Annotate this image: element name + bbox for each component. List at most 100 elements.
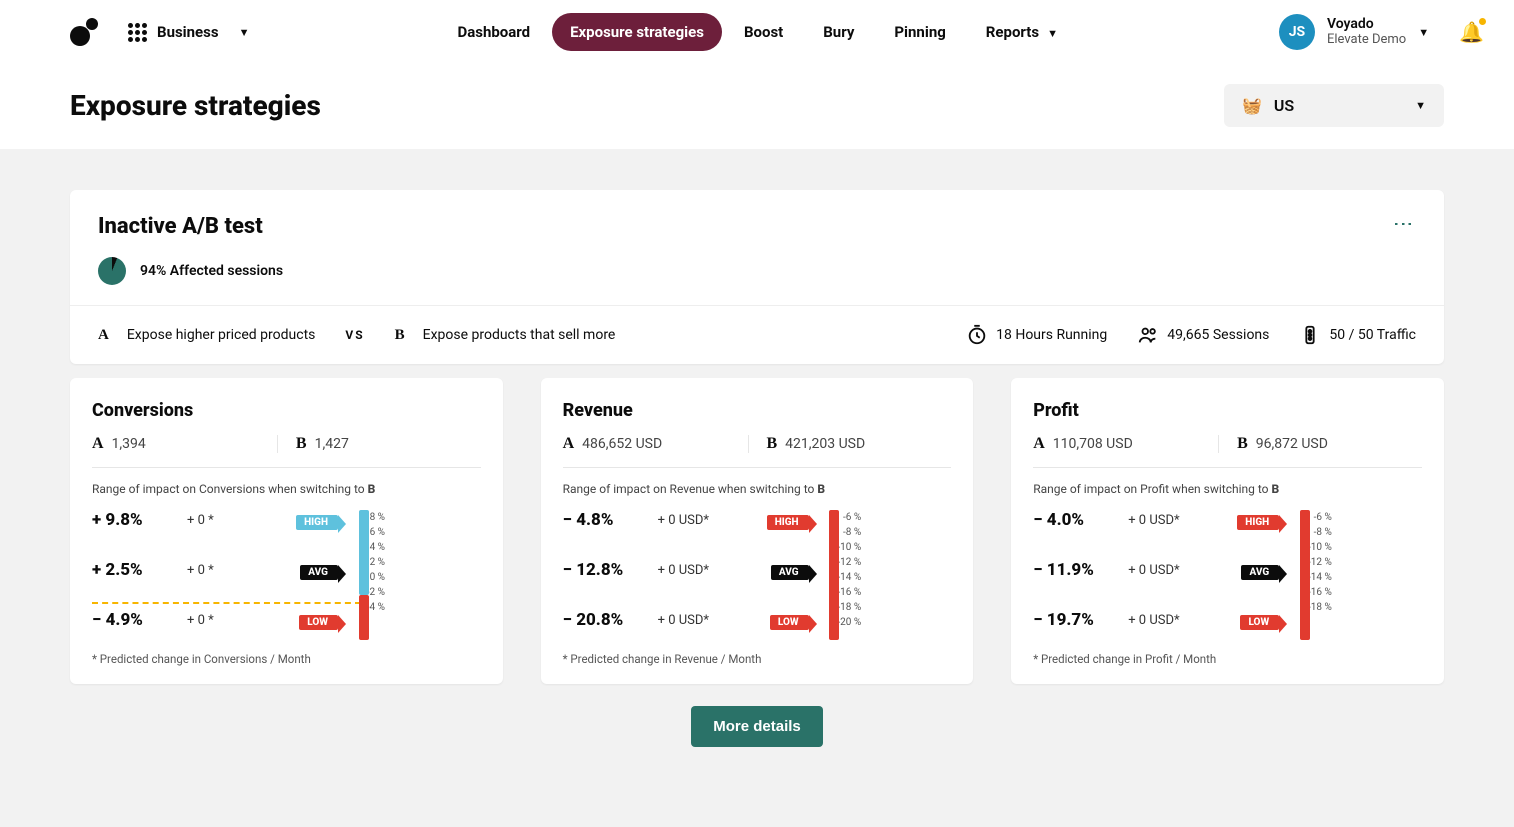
variant-a-label: A [563, 435, 575, 453]
caret-down-icon: ▼ [1415, 99, 1426, 112]
region-selector[interactable]: 🧺 US ▼ [1224, 84, 1444, 127]
gauge-scale: -6 %-8 %-10 %-12 %-14 %-16 %-18 %-20 % [837, 510, 861, 630]
nav-dashboard[interactable]: Dashboard [439, 13, 548, 51]
traffic-icon [1299, 324, 1321, 346]
low-pred: + 0 USD* [1128, 613, 1223, 628]
avg-tag: AVG [771, 565, 809, 580]
metric-title: Profit [1033, 400, 1422, 421]
avg-tag: AVG [300, 565, 338, 580]
page-title: Exposure strategies [70, 89, 321, 122]
gauge-scale: -6 %-8 %-10 %-12 %-14 %-16 %-18 % [1308, 510, 1332, 615]
footnote: * Predicted change in Conversions / Mont… [92, 652, 481, 666]
high-pct: − 4.0% [1033, 510, 1128, 530]
pie-icon [98, 257, 126, 285]
high-pred: + 0 USD* [658, 513, 753, 528]
avg-tag: AVG [1241, 565, 1279, 580]
logo [70, 18, 98, 46]
affected-sessions: 94% Affected sessions [140, 263, 283, 279]
gauge-scale: 8 %6 %4 %2 %0 %-2 %-4 % [367, 510, 385, 615]
metric-title: Conversions [92, 400, 481, 421]
variant-b-label: B [1237, 435, 1248, 453]
avg-pred: + 0 USD* [658, 563, 753, 578]
variant-a-value: 486,652 USD [582, 436, 662, 452]
caret-down-icon: ▼ [1047, 27, 1058, 40]
user-org: Voyado [1327, 17, 1406, 32]
zero-line [92, 602, 361, 604]
business-selector[interactable]: Business ▼ [128, 23, 249, 42]
sub-bar: Exposure strategies 🧺 US ▼ [0, 64, 1514, 150]
sessions-count: 49,665 Sessions [1137, 324, 1269, 346]
avg-pct: − 12.8% [563, 560, 658, 580]
user-text: Voyado Elevate Demo [1327, 17, 1406, 47]
variant-a-label: A [98, 327, 109, 344]
metric-title: Revenue [563, 400, 952, 421]
metric-card-profit: ProfitA110,708 USDB96,872 USDRange of im… [1011, 378, 1444, 684]
low-pred: + 0 * [187, 613, 282, 628]
ab-test-card: Inactive A/B test 94% Affected sessions … [70, 190, 1444, 364]
gauge [1302, 510, 1308, 640]
low-pred: + 0 USD* [658, 613, 753, 628]
more-menu-icon[interactable]: ⋮ [1392, 214, 1416, 232]
variant-b-label: B [395, 327, 405, 344]
people-icon [1137, 324, 1159, 346]
avg-pred: + 0 * [187, 563, 282, 578]
apps-icon [128, 23, 147, 42]
low-pct: − 20.8% [563, 610, 658, 630]
top-bar: Business ▼ Dashboard Exposure strategies… [0, 0, 1514, 64]
notifications-icon[interactable]: 🔔 [1459, 20, 1484, 44]
low-tag: LOW [770, 615, 809, 630]
variant-b-value: 96,872 USD [1256, 436, 1328, 452]
impact-label: Range of impact on Profit when switching… [1033, 482, 1422, 496]
more-details-button[interactable]: More details [691, 706, 823, 747]
nav-pinning[interactable]: Pinning [876, 13, 963, 51]
variant-b-value: 421,203 USD [785, 436, 865, 452]
caret-down-icon: ▼ [239, 26, 250, 39]
impact-label: Range of impact on Revenue when switchin… [563, 482, 952, 496]
ab-test-meta: A Expose higher priced products VS B Expos… [70, 305, 1444, 364]
variant-a-desc: Expose higher priced products [127, 327, 316, 343]
vs-label: VS [345, 328, 364, 342]
traffic-split: 50 / 50 Traffic [1299, 324, 1416, 346]
low-tag: LOW [299, 615, 338, 630]
high-pred: + 0 * [187, 513, 282, 528]
content: Inactive A/B test 94% Affected sessions … [0, 150, 1514, 827]
variant-a-value: 110,708 USD [1053, 436, 1133, 452]
gauge [361, 510, 367, 640]
metric-card-conversions: ConversionsA1,394B1,427Range of impact o… [70, 378, 503, 684]
basket-icon: 🧺 [1242, 96, 1262, 115]
avg-pct: + 2.5% [92, 560, 187, 580]
variant-a-value: 1,394 [112, 436, 146, 452]
caret-down-icon: ▼ [1418, 26, 1429, 39]
variant-a-label: A [92, 435, 104, 453]
avatar: JS [1279, 14, 1315, 50]
main-nav: Dashboard Exposure strategies Boost Bury… [439, 13, 1075, 51]
metrics-row: Conversions A 1,394 B 1,427 Range of impact o… [70, 378, 1444, 684]
user-env: Elevate Demo [1327, 33, 1406, 47]
ab-test-title: Inactive A/B test [98, 214, 283, 239]
avg-pred: + 0 USD* [1128, 563, 1223, 578]
metric-card-revenue: RevenueA486,652 USDB421,203 USDRange of … [541, 378, 974, 684]
high-tag: HIGH [767, 515, 809, 530]
nav-bury[interactable]: Bury [805, 13, 872, 51]
variant-b-value: 1,427 [315, 436, 349, 452]
variant-b-desc: Expose products that sell more [423, 327, 616, 343]
business-label: Business [157, 23, 219, 41]
avg-pct: − 11.9% [1033, 560, 1128, 580]
user-menu[interactable]: JS Voyado Elevate Demo ▼ [1279, 14, 1429, 50]
high-pred: + 0 USD* [1128, 513, 1223, 528]
nav-boost[interactable]: Boost [726, 13, 801, 51]
variant-b-label: B [296, 435, 307, 453]
high-tag: HIGH [1237, 515, 1279, 530]
footnote: * Predicted change in Revenue / Month [563, 652, 952, 666]
low-tag: LOW [1240, 615, 1279, 630]
low-pct: − 19.7% [1033, 610, 1128, 630]
high-tag: HIGH [296, 515, 338, 530]
footnote: * Predicted change in Profit / Month [1033, 652, 1422, 666]
running-time: 18 Hours Running [966, 324, 1107, 346]
region-value: US [1274, 96, 1403, 115]
gauge [831, 510, 837, 640]
low-pct: − 4.9% [92, 610, 187, 630]
high-pct: + 9.8% [92, 510, 187, 530]
nav-reports[interactable]: Reports▼ [968, 13, 1076, 51]
nav-exposure-strategies[interactable]: Exposure strategies [552, 13, 722, 51]
